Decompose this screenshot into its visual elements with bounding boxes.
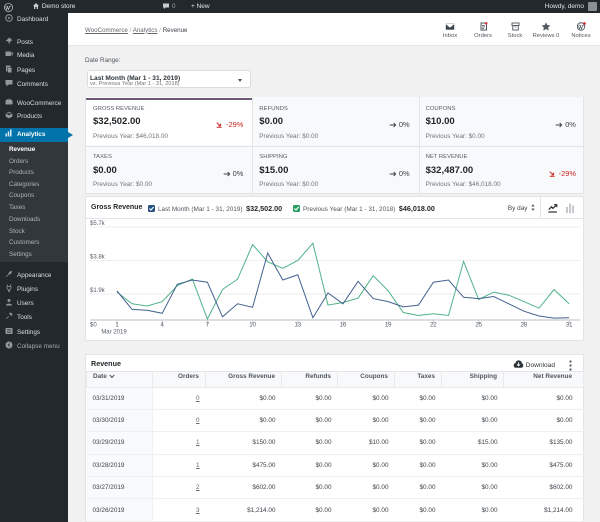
svg-text:$3.8k: $3.8k (90, 255, 106, 261)
svg-text:$1.9k: $1.9k (90, 288, 106, 294)
svg-text:$0: $0 (90, 323, 97, 329)
svg-text:25: 25 (475, 323, 482, 329)
svg-text:16: 16 (340, 323, 347, 329)
svg-text:1: 1 (115, 323, 119, 329)
svg-text:Mar 2019: Mar 2019 (101, 330, 127, 336)
svg-text:28: 28 (521, 323, 528, 329)
svg-text:19: 19 (385, 323, 392, 329)
svg-text:$5.7k: $5.7k (90, 221, 106, 227)
svg-text:22: 22 (430, 323, 437, 329)
svg-text:10: 10 (249, 323, 256, 329)
svg-text:13: 13 (294, 323, 301, 329)
svg-text:7: 7 (206, 323, 210, 329)
svg-text:4: 4 (161, 323, 165, 329)
svg-text:31: 31 (566, 323, 573, 329)
